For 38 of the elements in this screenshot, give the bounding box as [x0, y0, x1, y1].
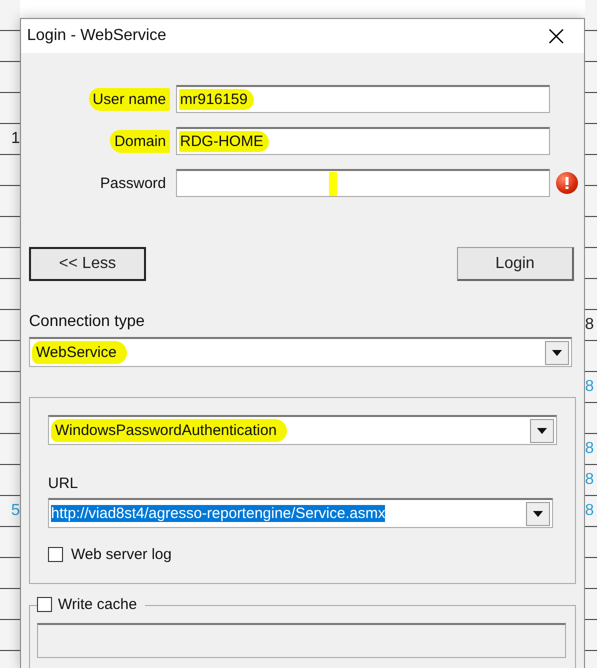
table-cell: 8 [585, 378, 594, 396]
field-value: RDG-HOME [179, 131, 270, 152]
dropdown-arrow-button[interactable] [545, 340, 569, 364]
caret-icon [533, 510, 543, 516]
field-value: mr916159 [179, 89, 254, 110]
close-button[interactable]: × [540, 22, 572, 50]
checkbox-label: Web server log [71, 546, 172, 563]
checkbox[interactable] [37, 597, 52, 612]
authentication-dropdown[interactable]: WindowsPasswordAuthentication [48, 415, 557, 445]
connection-type-label: Connection type [29, 313, 146, 331]
table-cell: 1 [11, 130, 20, 148]
field-label: Domain [110, 130, 170, 152]
window-title: Login - WebService [27, 27, 166, 45]
table-cell: 8 [585, 502, 594, 520]
login-button[interactable]: Login [457, 247, 574, 281]
table-cell: 8 [585, 440, 594, 458]
table-cell: 8 [585, 471, 594, 489]
dropdown-arrow-button[interactable] [530, 418, 554, 442]
dropdown-value: WindowsPasswordAuthentication [51, 419, 287, 442]
dropdown-arrow-button[interactable] [526, 502, 550, 526]
dropdown-value: WebService [32, 341, 127, 364]
connection-type-dropdown[interactable]: WebService [29, 337, 572, 367]
caret-icon [537, 428, 547, 434]
caret-icon [552, 350, 562, 356]
table-cell: 5 [11, 502, 20, 520]
url-dropdown[interactable]: http://viad8st4/agresso-reportengine/Service.asmx [48, 498, 553, 528]
input-field[interactable]: mr916159 [176, 85, 550, 113]
less-button[interactable]: << Less [29, 247, 146, 281]
url-label: URL [48, 475, 80, 492]
checkbox-label: Write cache [58, 596, 137, 613]
field-label: Password [99, 174, 167, 194]
input-field[interactable] [176, 169, 550, 197]
input-field[interactable]: RDG-HOME [176, 127, 550, 155]
checkbox[interactable] [48, 547, 63, 562]
input-field[interactable] [37, 623, 566, 658]
url-value: http://viad8st4/agresso-reportengine/Service.asmx [51, 505, 386, 522]
table-cell: 8 [585, 316, 594, 334]
field-label: User name [88, 88, 170, 110]
